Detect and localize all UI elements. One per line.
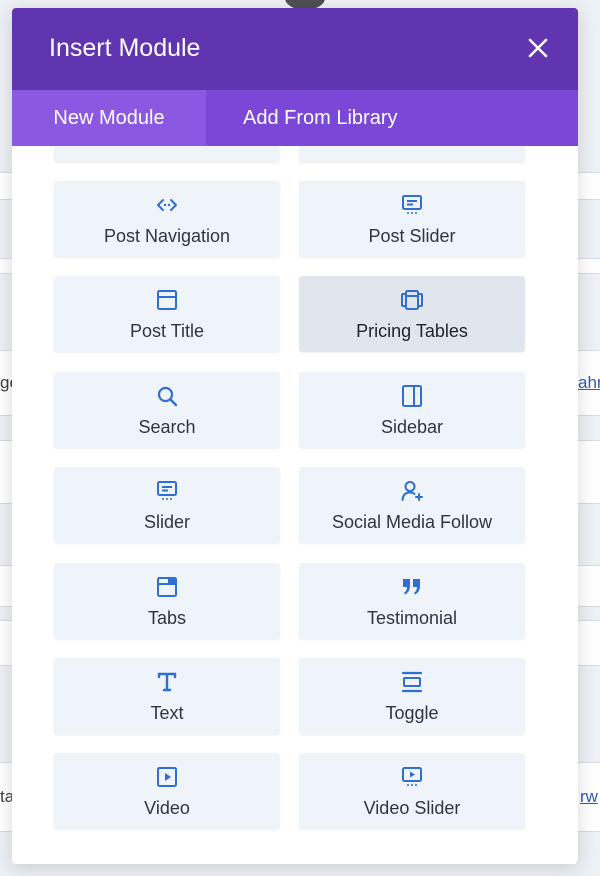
page: ge ta ahn rw Insert Module New Module Ad… [0,0,600,876]
tab-add-from-library[interactable]: Add From Library [243,90,398,146]
bg-link[interactable]: rw [580,787,598,807]
module-label: Social Media Follow [331,512,493,532]
module-post-slider[interactable]: Post Slider [299,181,525,257]
module-slider[interactable]: Slider [54,467,280,543]
modal-title: Insert Module [49,34,201,62]
pricing-tables-icon [401,290,423,310]
modal-tabs: New Module Add From Library [12,90,578,146]
module-label: Post Title [129,321,205,341]
module-label: Slider [143,512,191,532]
bg-link[interactable]: ahn [578,373,600,393]
module-label: Pricing Tables [356,321,468,341]
module-label: Toggle [385,703,439,723]
module-pricing-tables[interactable]: Pricing Tables [299,276,525,352]
toggle-icon [401,671,423,693]
module-label: Sidebar [380,417,444,437]
module-video[interactable]: Video [54,753,280,829]
search-icon [157,386,178,407]
module-grid: Post Navigation Post Slider Post Title P… [12,146,578,864]
module-label: Video Slider [363,798,461,818]
slider-icon [157,481,177,500]
sidebar-icon [402,385,422,407]
module-tile[interactable] [299,146,525,162]
video-slider-icon [402,767,422,786]
module-search[interactable]: Search [54,372,280,448]
module-post-title[interactable]: Post Title [54,276,280,352]
module-label: Testimonial [366,608,458,628]
module-label: Text [150,703,184,723]
video-icon [157,767,177,787]
close-button[interactable] [522,32,554,64]
social-follow-icon [401,481,423,501]
module-label: Tabs [147,608,187,628]
modal-header: Insert Module [12,8,578,90]
module-sidebar[interactable]: Sidebar [299,372,525,448]
quote-icon [403,579,420,595]
tab-new-module[interactable]: New Module [12,90,206,146]
module-label: Video [144,798,190,818]
module-testimonial[interactable]: Testimonial [299,563,525,639]
post-navigation-icon [157,199,177,211]
module-social-media-follow[interactable]: Social Media Follow [299,467,525,543]
post-title-icon [157,290,177,310]
module-tile[interactable] [54,146,280,162]
module-label: Post Slider [368,226,456,246]
module-text[interactable]: Text [54,658,280,734]
post-slider-icon [402,195,422,214]
module-label: Post Navigation [103,226,231,246]
module-video-slider[interactable]: Video Slider [299,753,525,829]
text-icon [157,672,177,692]
close-icon [528,38,548,58]
module-tabs[interactable]: Tabs [54,563,280,639]
tabs-icon [157,577,177,597]
insert-module-modal: Insert Module New Module Add From Librar… [12,8,578,864]
module-label: Search [138,417,196,437]
module-post-navigation[interactable]: Post Navigation [54,181,280,257]
module-toggle[interactable]: Toggle [299,658,525,734]
